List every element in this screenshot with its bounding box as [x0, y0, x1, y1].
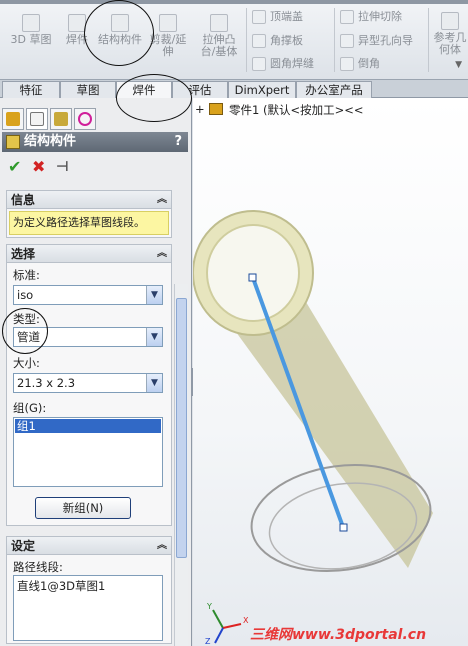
ok-button[interactable]: ✔	[8, 158, 21, 176]
chevron-down-icon[interactable]: ▼	[455, 60, 462, 70]
chevron-down-icon[interactable]: ▼	[146, 286, 162, 304]
configuration-manager-tab[interactable]	[50, 108, 72, 130]
standard-select[interactable]: iso ▼	[13, 285, 163, 305]
annotation-circle	[2, 308, 48, 354]
new-group-button[interactable]: 新组(N)	[35, 497, 131, 519]
triad-z-axis	[214, 627, 224, 644]
triad-z-label: Z	[205, 637, 211, 646]
group-header[interactable]: 选择 ︽	[7, 245, 171, 263]
tab-dimxpert[interactable]: DimXpert	[228, 81, 296, 98]
cancel-button[interactable]: ✖	[32, 158, 45, 176]
model-view: Y X Z	[193, 210, 433, 646]
ribbon-separator	[334, 8, 335, 72]
list-item[interactable]: 组1	[15, 419, 161, 433]
settings-group: 设定 ︽ 路径线段: 直线1@3D草图1	[6, 536, 172, 644]
chamfer-icon	[340, 57, 354, 71]
reference-geometry-button[interactable]: 参考几何体	[432, 12, 468, 56]
fillet-bead-button[interactable]: 圆角焊缝	[250, 55, 314, 73]
tab-features[interactable]: 特征	[2, 81, 60, 98]
property-manager-header: 结构构件 ?	[2, 132, 188, 152]
tube-top-bore	[206, 224, 300, 322]
standard-label: 标准:	[13, 268, 40, 282]
collapse-icon[interactable]: ︽	[157, 191, 167, 209]
groups-list[interactable]: 组1	[13, 417, 163, 487]
list-item[interactable]: 直线1@3D草图1	[17, 578, 159, 594]
triad-y-axis	[212, 609, 224, 629]
size-select[interactable]: 21.3 x 2.3 ▼	[13, 373, 163, 393]
chevron-down-icon[interactable]: ▼	[146, 328, 162, 346]
fillet-bead-icon	[252, 57, 266, 71]
tab-sketch[interactable]: 草图	[60, 81, 116, 98]
pin-button[interactable]: ⊣	[56, 158, 69, 176]
trim-extend-icon	[159, 14, 177, 32]
scrollbar-thumb[interactable]	[176, 298, 187, 558]
triad-y-label: Y	[206, 602, 212, 611]
ribbon-separator	[246, 8, 247, 72]
hole-wizard-icon	[340, 34, 354, 48]
group-header[interactable]: 设定 ︽	[7, 537, 171, 555]
annotation-circle	[116, 74, 192, 122]
feature-manager-tab[interactable]	[2, 108, 24, 130]
gusset-button[interactable]: 角撑板	[250, 32, 303, 50]
annotation-circle	[84, 0, 154, 66]
path-segments-list[interactable]: 直线1@3D草图1	[13, 575, 163, 641]
axis-triad: Y X Z	[205, 602, 249, 646]
extruded-cut-icon	[340, 10, 354, 24]
ribbon-top-bar	[0, 0, 468, 4]
3d-sketch-button[interactable]: 3D 草图	[8, 14, 54, 46]
property-manager-panel: 结构构件 ? ✔ ✖ ⊣ 信息 ︽ 为定义路径选择草图线段。 选择 ︽ 标准: …	[0, 98, 192, 646]
path-endpoint[interactable]	[339, 523, 348, 532]
command-manager-tabs: 特征 草图 焊件 评估 DimXpert 办公室产品	[0, 80, 468, 99]
chamfer-button[interactable]: 倒角	[338, 55, 380, 73]
end-cap-button[interactable]: 顶端盖	[250, 8, 303, 26]
size-label: 大小:	[13, 356, 40, 370]
path-endpoint[interactable]	[248, 273, 257, 282]
groups-label: 组(G):	[13, 401, 47, 415]
command-manager-ribbon: 3D 草图 焊件 结构构件 剪裁/延伸 拉伸凸台/基体 顶端盖 角撑板 圆角焊缝…	[0, 0, 468, 80]
hole-wizard-button[interactable]: 异型孔向导	[338, 32, 413, 50]
path-segments-label: 路径线段:	[13, 560, 63, 574]
group-header[interactable]: 信息 ︽	[7, 191, 171, 209]
info-group: 信息 ︽ 为定义路径选择草图线段。	[6, 190, 172, 238]
page-title: 结构构件	[24, 134, 77, 149]
extruded-boss-icon	[210, 14, 228, 32]
3d-sketch-icon	[22, 14, 40, 32]
help-icon[interactable]: ?	[174, 132, 182, 152]
site-watermark: 三维网www.3dportal.cn	[250, 627, 427, 643]
info-message: 为定义路径选择草图线段。	[9, 211, 169, 235]
extruded-boss-button[interactable]: 拉伸凸台/基体	[196, 14, 242, 58]
triad-x-label: X	[243, 616, 249, 625]
gusset-icon	[252, 34, 266, 48]
end-cap-icon	[252, 10, 266, 24]
tab-office-products[interactable]: 办公室产品	[296, 81, 372, 98]
tube-model	[193, 210, 433, 572]
configuration-icon	[54, 112, 68, 126]
triad-x-axis	[222, 623, 242, 629]
property-icon	[30, 112, 44, 126]
crosshair-icon	[78, 112, 92, 126]
graphics-area[interactable]: + 零件1 (默认<按加工><< Y X Z	[193, 98, 468, 646]
extruded-cut-button[interactable]: 拉伸切除	[338, 8, 402, 26]
display-manager-tab[interactable]	[74, 108, 96, 130]
feature-tree-icon	[6, 112, 20, 126]
panel-scrollbar[interactable]	[174, 284, 188, 646]
structural-member-icon	[6, 135, 20, 149]
collapse-icon[interactable]: ︽	[157, 537, 167, 555]
collapse-icon[interactable]: ︽	[157, 245, 167, 263]
reference-geometry-icon	[441, 12, 459, 30]
selection-group: 选择 ︽ 标准: iso ▼ 类型: 管道 ▼ 大小: 21.3 x 2.3 ▼…	[6, 244, 172, 526]
property-manager-tab[interactable]	[26, 108, 48, 130]
chevron-down-icon[interactable]: ▼	[146, 374, 162, 392]
ribbon-separator	[428, 8, 429, 72]
